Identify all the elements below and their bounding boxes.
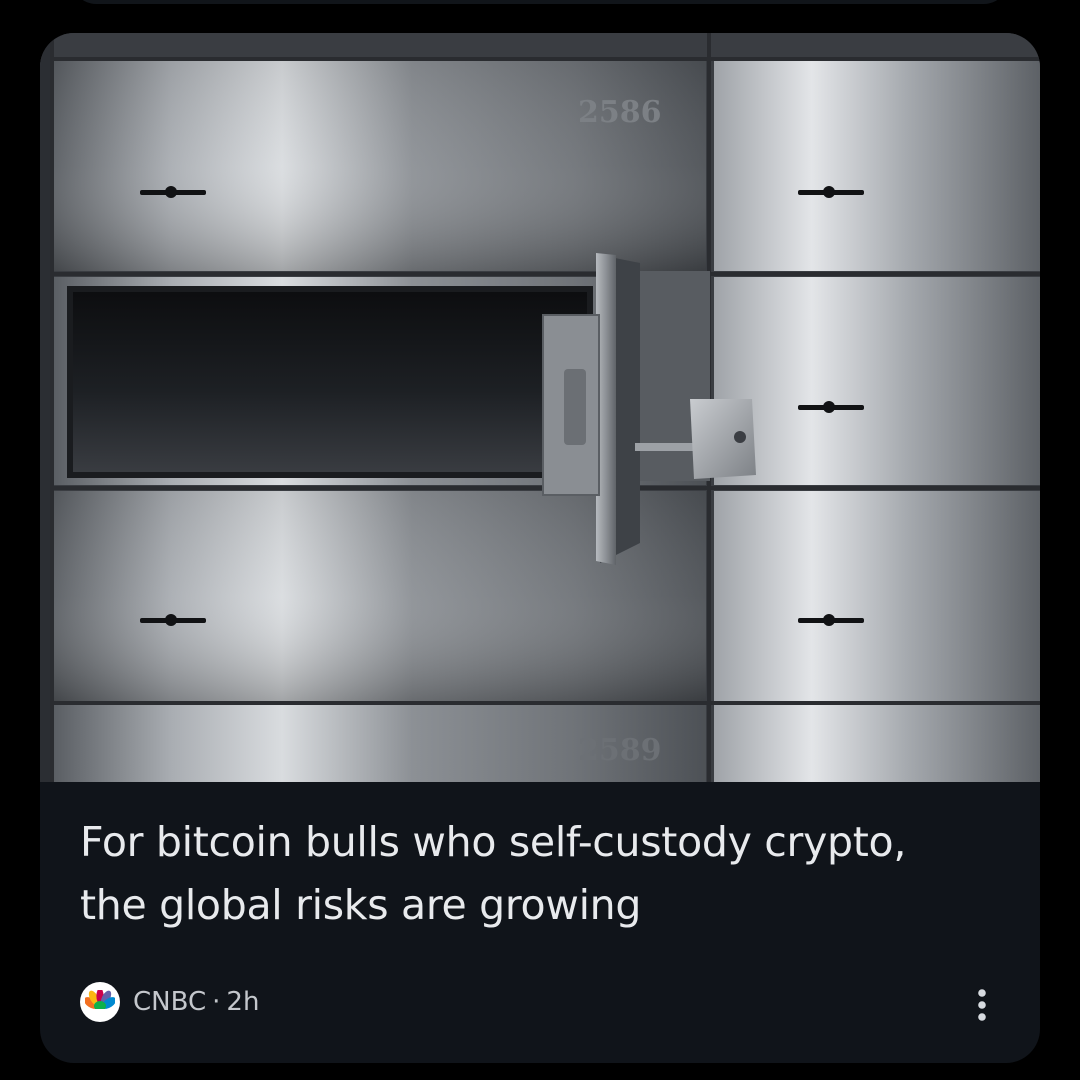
separator: · <box>212 987 221 1017</box>
previous-card-edge <box>72 0 1008 4</box>
cnbc-peacock-icon <box>80 982 120 1022</box>
svg-text:2586: 2586 <box>578 95 662 130</box>
more-vert-icon <box>978 989 986 1021</box>
svg-text:2589: 2589 <box>578 733 662 768</box>
article-headline[interactable]: For bitcoin bulls who self-custody crypt… <box>80 811 980 937</box>
news-card[interactable]: 2586 2589 For bitcoin bulls who self-cus… <box>40 33 1040 1063</box>
published-time: 2h <box>226 987 260 1017</box>
source-name: CNBC <box>133 987 207 1017</box>
more-options-button[interactable] <box>962 981 1002 1029</box>
box-2586 <box>54 61 706 271</box>
article-source: CNBC · 2h <box>80 981 259 1023</box>
article-image[interactable]: 2586 2589 <box>40 33 1040 782</box>
